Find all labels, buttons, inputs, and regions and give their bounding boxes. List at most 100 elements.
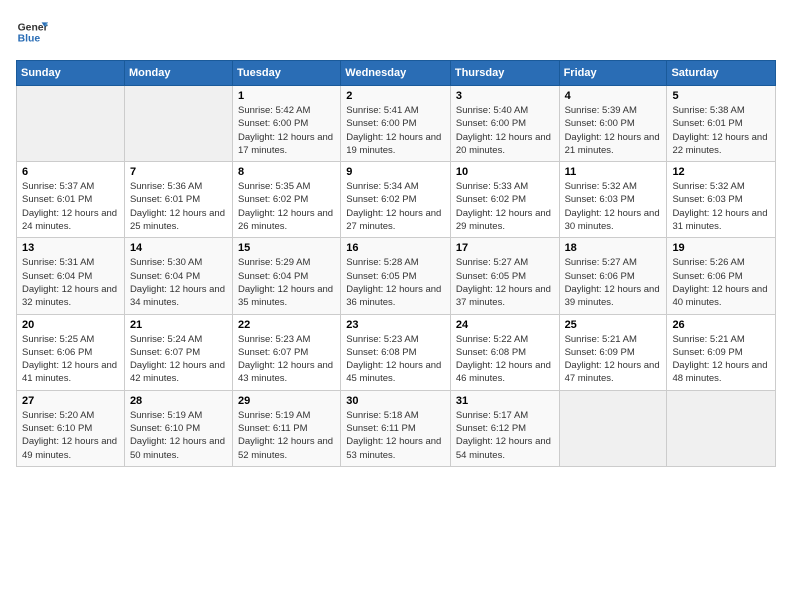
day-cell: 8 Sunrise: 5:35 AM Sunset: 6:02 PM Daylig…	[233, 162, 341, 238]
day-number: 14	[130, 242, 227, 254]
day-cell	[124, 86, 232, 162]
day-cell: 4 Sunrise: 5:39 AM Sunset: 6:00 PM Daylig…	[559, 86, 667, 162]
day-cell: 27Sunrise: 5:20 AM Sunset: 6:10 PM Dayli…	[17, 390, 125, 466]
day-cell: 18 Sunrise: 5:27 AM Sunset: 6:06 PM Dayli…	[559, 238, 667, 314]
day-info: Sunrise: 5:35 AM Sunset: 6:02 PM Dayligh…	[238, 180, 335, 233]
day-info: Sunrise: 5:23 AM Sunset: 6:07 PM Dayligh…	[238, 333, 335, 386]
day-cell: 28 Sunrise: 5:19 AM Sunset: 6:10 PM Dayli…	[124, 390, 232, 466]
day-cell	[559, 390, 667, 466]
day-cell: 30 Sunrise: 5:18 AM Sunset: 6:11 PM Dayli…	[341, 390, 451, 466]
page-header: General Blue	[16, 16, 776, 48]
day-number: 31	[456, 395, 554, 407]
day-number: 11	[565, 166, 662, 178]
day-info: Sunrise: 5:21 AM Sunset: 6:09 PM Dayligh…	[565, 333, 662, 386]
day-info: Sunrise: 5:19 AM Sunset: 6:11 PM Dayligh…	[238, 409, 335, 462]
day-number: 6	[22, 166, 119, 178]
day-number: 15	[238, 242, 335, 254]
day-number: 23	[346, 319, 445, 331]
day-cell: 6 Sunrise: 5:37 AM Sunset: 6:01 PM Daylig…	[17, 162, 125, 238]
day-cell: 13 Sunrise: 5:31 AM Sunset: 6:04 PM Dayli…	[17, 238, 125, 314]
day-info: Sunrise: 5:18 AM Sunset: 6:11 PM Dayligh…	[346, 409, 445, 462]
day-number: 18	[565, 242, 662, 254]
day-cell: 19Sunrise: 5:26 AM Sunset: 6:06 PM Dayli…	[667, 238, 776, 314]
day-number: 9	[346, 166, 445, 178]
day-info: Sunrise: 5:32 AM Sunset: 6:03 PM Dayligh…	[672, 180, 770, 233]
day-number: 16	[346, 242, 445, 254]
day-number: 30	[346, 395, 445, 407]
day-number: 25	[565, 319, 662, 331]
day-number: 2	[346, 90, 445, 102]
day-cell: 12 Sunrise: 5:32 AM Sunset: 6:03 PM Dayli…	[667, 162, 776, 238]
week-row-3: 13 Sunrise: 5:31 AM Sunset: 6:04 PM Dayli…	[17, 238, 776, 314]
header-cell-wednesday: Wednesday	[341, 61, 451, 86]
day-info: Sunrise: 5:25 AM Sunset: 6:06 PM Dayligh…	[22, 333, 119, 386]
day-info: Sunrise: 5:27 AM Sunset: 6:05 PM Dayligh…	[456, 256, 554, 309]
day-info: Sunrise: 5:31 AM Sunset: 6:04 PM Dayligh…	[22, 256, 119, 309]
day-info: Sunrise: 5:34 AM Sunset: 6:02 PM Dayligh…	[346, 180, 445, 233]
day-info: Sunrise: 5:22 AM Sunset: 6:08 PM Dayligh…	[456, 333, 554, 386]
day-info: Sunrise: 5:39 AM Sunset: 6:00 PM Dayligh…	[565, 104, 662, 157]
day-cell: 31 Sunrise: 5:17 AM Sunset: 6:12 PM Dayli…	[450, 390, 559, 466]
header-cell-friday: Friday	[559, 61, 667, 86]
day-info: Sunrise: 5:20 AM Sunset: 6:10 PM Dayligh…	[22, 409, 119, 462]
day-info: Sunrise: 5:26 AM Sunset: 6:06 PM Dayligh…	[672, 256, 770, 309]
day-cell: 1 Sunrise: 5:42 AM Sunset: 6:00 PM Daylig…	[233, 86, 341, 162]
day-info: Sunrise: 5:42 AM Sunset: 6:00 PM Dayligh…	[238, 104, 335, 157]
day-number: 8	[238, 166, 335, 178]
day-cell: 7 Sunrise: 5:36 AM Sunset: 6:01 PM Daylig…	[124, 162, 232, 238]
day-cell: 2Sunrise: 5:41 AM Sunset: 6:00 PM Daylig…	[341, 86, 451, 162]
day-cell	[17, 86, 125, 162]
day-info: Sunrise: 5:19 AM Sunset: 6:10 PM Dayligh…	[130, 409, 227, 462]
week-row-4: 20 Sunrise: 5:25 AM Sunset: 6:06 PM Dayli…	[17, 314, 776, 390]
day-cell: 23 Sunrise: 5:23 AM Sunset: 6:08 PM Dayli…	[341, 314, 451, 390]
day-info: Sunrise: 5:28 AM Sunset: 6:05 PM Dayligh…	[346, 256, 445, 309]
day-number: 24	[456, 319, 554, 331]
day-info: Sunrise: 5:30 AM Sunset: 6:04 PM Dayligh…	[130, 256, 227, 309]
week-row-1: 1 Sunrise: 5:42 AM Sunset: 6:00 PM Daylig…	[17, 86, 776, 162]
day-info: Sunrise: 5:38 AM Sunset: 6:01 PM Dayligh…	[672, 104, 770, 157]
day-number: 28	[130, 395, 227, 407]
day-cell: 10Sunrise: 5:33 AM Sunset: 6:02 PM Dayli…	[450, 162, 559, 238]
day-cell	[667, 390, 776, 466]
day-cell: 21 Sunrise: 5:24 AM Sunset: 6:07 PM Dayli…	[124, 314, 232, 390]
logo: General Blue	[16, 16, 48, 48]
week-row-5: 27Sunrise: 5:20 AM Sunset: 6:10 PM Dayli…	[17, 390, 776, 466]
day-number: 26	[672, 319, 770, 331]
day-number: 7	[130, 166, 227, 178]
day-cell: 24 Sunrise: 5:22 AM Sunset: 6:08 PM Dayli…	[450, 314, 559, 390]
day-number: 21	[130, 319, 227, 331]
day-cell: 5 Sunrise: 5:38 AM Sunset: 6:01 PM Daylig…	[667, 86, 776, 162]
calendar-table: SundayMondayTuesdayWednesdayThursdayFrid…	[16, 60, 776, 467]
day-info: Sunrise: 5:37 AM Sunset: 6:01 PM Dayligh…	[22, 180, 119, 233]
day-cell: 25 Sunrise: 5:21 AM Sunset: 6:09 PM Dayli…	[559, 314, 667, 390]
header-cell-saturday: Saturday	[667, 61, 776, 86]
day-info: Sunrise: 5:21 AM Sunset: 6:09 PM Dayligh…	[672, 333, 770, 386]
header-row: SundayMondayTuesdayWednesdayThursdayFrid…	[17, 61, 776, 86]
day-number: 29	[238, 395, 335, 407]
day-cell: 15Sunrise: 5:29 AM Sunset: 6:04 PM Dayli…	[233, 238, 341, 314]
day-info: Sunrise: 5:17 AM Sunset: 6:12 PM Dayligh…	[456, 409, 554, 462]
day-number: 10	[456, 166, 554, 178]
logo-icon: General Blue	[16, 16, 48, 48]
day-info: Sunrise: 5:24 AM Sunset: 6:07 PM Dayligh…	[130, 333, 227, 386]
day-cell: 20 Sunrise: 5:25 AM Sunset: 6:06 PM Dayli…	[17, 314, 125, 390]
day-number: 13	[22, 242, 119, 254]
day-number: 3	[456, 90, 554, 102]
day-cell: 29 Sunrise: 5:19 AM Sunset: 6:11 PM Dayli…	[233, 390, 341, 466]
day-info: Sunrise: 5:32 AM Sunset: 6:03 PM Dayligh…	[565, 180, 662, 233]
day-number: 22	[238, 319, 335, 331]
day-number: 20	[22, 319, 119, 331]
day-number: 4	[565, 90, 662, 102]
header-cell-tuesday: Tuesday	[233, 61, 341, 86]
header-cell-monday: Monday	[124, 61, 232, 86]
week-row-2: 6 Sunrise: 5:37 AM Sunset: 6:01 PM Daylig…	[17, 162, 776, 238]
day-number: 12	[672, 166, 770, 178]
header-cell-thursday: Thursday	[450, 61, 559, 86]
day-info: Sunrise: 5:40 AM Sunset: 6:00 PM Dayligh…	[456, 104, 554, 157]
day-info: Sunrise: 5:23 AM Sunset: 6:08 PM Dayligh…	[346, 333, 445, 386]
day-number: 5	[672, 90, 770, 102]
day-info: Sunrise: 5:27 AM Sunset: 6:06 PM Dayligh…	[565, 256, 662, 309]
svg-text:Blue: Blue	[18, 34, 41, 45]
day-info: Sunrise: 5:36 AM Sunset: 6:01 PM Dayligh…	[130, 180, 227, 233]
day-number: 1	[238, 90, 335, 102]
